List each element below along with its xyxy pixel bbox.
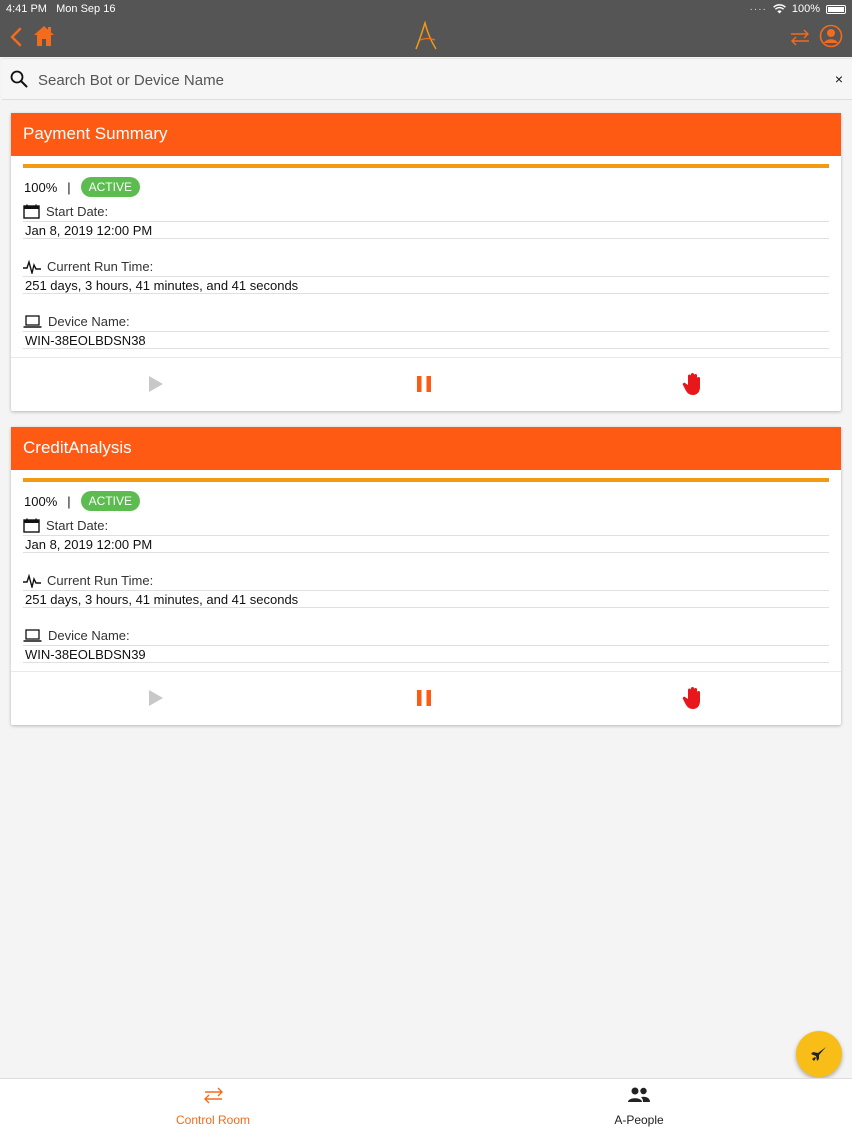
play-button[interactable]	[144, 372, 168, 396]
stop-button[interactable]	[681, 372, 705, 396]
play-button[interactable]	[144, 686, 168, 710]
status-time-text: 4:41 PM	[6, 3, 47, 15]
pulse-icon	[23, 573, 41, 588]
start-date-value: Jan 8, 2019 12:00 PM	[23, 536, 829, 553]
clear-search-icon[interactable]: ×	[832, 70, 846, 88]
device-field: Device Name: WIN-38EOLBDSN38	[23, 312, 829, 349]
bot-card-title[interactable]: CreditAnalysis	[11, 427, 841, 470]
device-label: Device Name:	[48, 314, 130, 329]
bot-percent: 100%	[24, 179, 58, 195]
run-time-value: 251 days, 3 hours, 41 minutes, and 41 se…	[23, 277, 829, 294]
bot-percent: 100%	[24, 493, 58, 509]
bot-actions	[11, 357, 841, 411]
pulse-icon	[23, 259, 41, 274]
play-icon	[149, 690, 163, 706]
status-badge: ACTIVE	[80, 177, 140, 197]
stop-hand-icon	[682, 373, 700, 395]
tab-label: Control Room	[175, 1113, 251, 1127]
stop-button[interactable]	[681, 686, 705, 710]
start-date-field: Start Date: Jan 8, 2019 12:00 PM	[23, 516, 829, 553]
status-time: 4:41 PM Mon Sep 16	[6, 3, 115, 15]
bot-status-row: 100% | ACTIVE	[24, 490, 828, 512]
battery-percent: 100%	[791, 3, 820, 15]
play-icon	[149, 376, 163, 392]
status-badge: ACTIVE	[80, 491, 140, 511]
start-date-label-row: Start Date:	[23, 516, 829, 536]
pause-icon	[417, 690, 431, 706]
bot-progress-bar	[23, 478, 829, 482]
run-time-label-row: Current Run Time:	[23, 257, 829, 277]
start-date-label: Start Date:	[46, 518, 109, 533]
device-label: Device Name:	[48, 628, 130, 643]
swap-arrows-icon	[204, 1087, 223, 1104]
tab-label: A-People	[614, 1113, 664, 1127]
status-separator: |	[67, 493, 71, 509]
search-bar: ×	[2, 58, 852, 100]
laptop-icon	[23, 315, 42, 328]
calendar-icon	[23, 518, 40, 533]
run-time-value: 251 days, 3 hours, 41 minutes, and 41 se…	[23, 591, 829, 608]
stop-hand-icon	[682, 687, 700, 709]
device-value: WIN-38EOLBDSN39	[23, 646, 829, 663]
run-time-label: Current Run Time:	[47, 259, 154, 274]
run-time-label: Current Run Time:	[47, 573, 154, 588]
status-right: ···· 100%	[750, 3, 846, 15]
device-label-row: Device Name:	[23, 312, 829, 332]
top-bar: 4:41 PM Mon Sep 16 ···· 100%	[0, 0, 852, 57]
swap-arrows-icon[interactable]	[788, 28, 812, 46]
tab-a-people[interactable]: A-People	[426, 1079, 852, 1136]
start-date-label: Start Date:	[46, 204, 109, 219]
battery-icon	[826, 4, 846, 14]
multitask-dots-icon: ····	[749, 3, 767, 15]
status-bar: 4:41 PM Mon Sep 16 ···· 100%	[0, 0, 852, 18]
user-profile-icon[interactable]	[819, 24, 843, 48]
bot-card: Payment Summary 100% | ACTIVE Start Date…	[11, 113, 841, 411]
status-date: Mon Sep 16	[56, 3, 116, 15]
tab-control-room[interactable]: Control Room	[0, 1079, 426, 1136]
calendar-icon	[23, 204, 40, 219]
device-label-row: Device Name:	[23, 626, 829, 646]
jet-icon	[811, 1047, 826, 1061]
home-icon[interactable]	[33, 25, 55, 47]
back-chevron-icon[interactable]	[8, 26, 24, 48]
run-time-field: Current Run Time: 251 days, 3 hours, 41 …	[23, 571, 829, 608]
device-value: WIN-38EOLBDSN38	[23, 332, 829, 349]
nav-bar	[0, 18, 852, 57]
bot-actions	[11, 671, 841, 725]
start-date-label-row: Start Date:	[23, 202, 829, 222]
bot-progress-bar	[23, 164, 829, 168]
status-separator: |	[67, 179, 71, 195]
start-date-value: Jan 8, 2019 12:00 PM	[23, 222, 829, 239]
bot-card-title[interactable]: Payment Summary	[11, 113, 841, 156]
wifi-icon	[772, 4, 786, 14]
automation-anywhere-logo-icon	[415, 21, 437, 50]
run-time-label-row: Current Run Time:	[23, 571, 829, 591]
bot-card: CreditAnalysis 100% | ACTIVE Start Date:…	[11, 427, 841, 725]
pause-icon	[417, 376, 431, 392]
quick-deploy-button[interactable]	[796, 1031, 842, 1077]
search-input[interactable]	[38, 67, 798, 93]
bottom-tab-bar: Control Room A-People	[0, 1078, 852, 1136]
pause-button[interactable]	[412, 372, 436, 396]
start-date-field: Start Date: Jan 8, 2019 12:00 PM	[23, 202, 829, 239]
pause-button[interactable]	[412, 686, 436, 710]
search-icon	[10, 70, 28, 88]
run-time-field: Current Run Time: 251 days, 3 hours, 41 …	[23, 257, 829, 294]
bot-status-row: 100% | ACTIVE	[24, 176, 828, 198]
people-icon	[628, 1087, 650, 1102]
device-field: Device Name: WIN-38EOLBDSN39	[23, 626, 829, 663]
laptop-icon	[23, 629, 42, 642]
